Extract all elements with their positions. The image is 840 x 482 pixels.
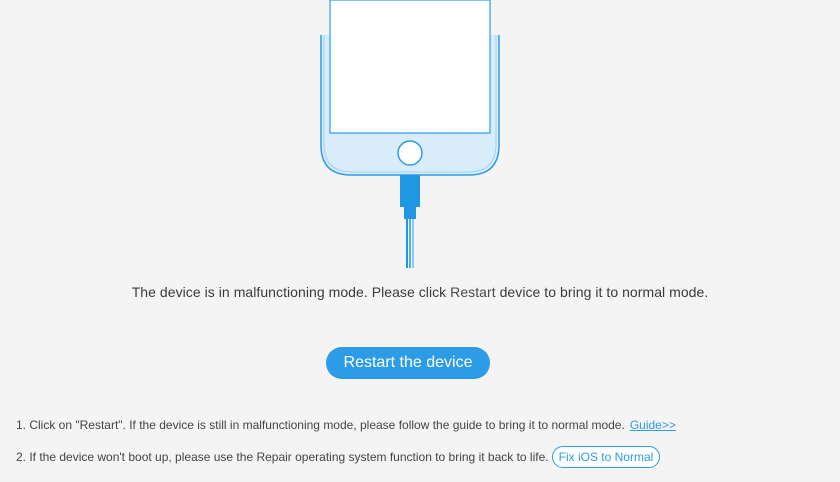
- cable-icon: [406, 219, 414, 268]
- cable-connector: [400, 175, 420, 207]
- guide-link[interactable]: Guide>>: [630, 418, 676, 432]
- message-text-before: The device is in malfunctioning mode. Pl…: [131, 284, 451, 300]
- message-text-after: device to bring it to normal mode.: [495, 284, 709, 300]
- restart-device-button[interactable]: Restart the device: [326, 347, 490, 379]
- phone-illustration: [300, 0, 520, 268]
- home-button-icon: [397, 140, 423, 166]
- tip-text: 1. Click on "Restart". If the device is …: [16, 418, 625, 432]
- fix-ios-button[interactable]: Fix iOS to Normal: [551, 446, 661, 468]
- tip-text: 2. If the device won't boot up, please u…: [16, 450, 549, 464]
- tip-item: 2. If the device won't boot up, please u…: [16, 446, 661, 468]
- phone-screen: [329, 0, 491, 134]
- status-message: The device is in malfunctioning mode. Pl…: [0, 284, 840, 300]
- message-highlight: Restart: [450, 284, 496, 300]
- tip-item: 1. Click on "Restart". If the device is …: [16, 418, 676, 432]
